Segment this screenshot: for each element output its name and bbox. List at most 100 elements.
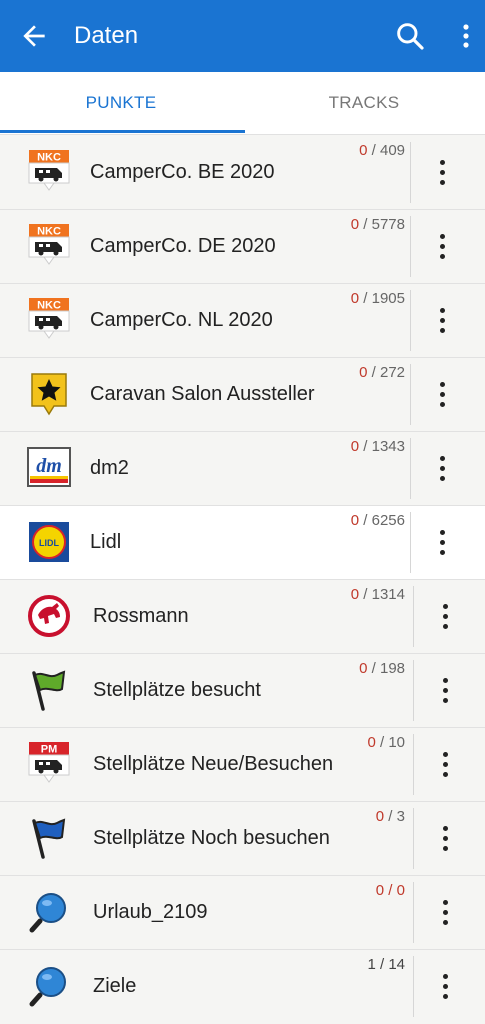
tab-bar: PUNKTE TRACKS — [0, 72, 485, 135]
total-count: / 5778 — [359, 216, 405, 233]
badge-text: dm — [36, 455, 62, 477]
tab-punkte[interactable]: PUNKTE — [0, 72, 242, 134]
list-item-label: Stellplätze Noch besuchen — [93, 827, 330, 849]
item-menu-button[interactable] — [432, 156, 452, 188]
total-count: / 14 — [375, 956, 405, 973]
list-item[interactable]: PM Stellplätze Neue/Besuchen 0 / 10 — [0, 728, 485, 802]
tab-indicator — [0, 130, 245, 133]
item-menu-button[interactable] — [435, 748, 455, 780]
star-icon — [31, 373, 67, 416]
divider — [410, 438, 411, 499]
list-item-label: CamperCo. NL 2020 — [90, 309, 273, 331]
selected-count: 0 — [350, 512, 360, 529]
list-item[interactable]: LIDL Lidl 0 / 6256 — [0, 506, 485, 580]
divider — [410, 290, 411, 351]
badge-text: LIDL — [39, 538, 59, 548]
list-item[interactable]: Rossmann 0 / 1314 — [0, 580, 485, 654]
point-count: 0 / 1905 — [351, 290, 405, 307]
divider — [410, 364, 411, 425]
back-arrow-icon[interactable] — [18, 20, 50, 52]
divider — [410, 142, 411, 203]
list-item-label: Urlaub_2109 — [93, 901, 208, 923]
app-bar: Daten — [0, 0, 485, 72]
list-item[interactable]: Ziele 1 / 14 — [0, 950, 485, 1023]
divider — [413, 734, 414, 795]
item-menu-button[interactable] — [432, 304, 452, 336]
page-title: Daten — [74, 22, 139, 49]
item-menu-button[interactable] — [432, 526, 452, 558]
more-vert-icon[interactable] — [454, 20, 478, 52]
item-menu-button[interactable] — [435, 970, 455, 1002]
selected-count: 0 — [350, 290, 360, 307]
selected-count: 0 — [350, 438, 360, 455]
total-count: / 3 — [384, 808, 405, 825]
divider — [413, 586, 414, 647]
badge-text: NKC — [37, 152, 61, 164]
item-menu-button[interactable] — [432, 378, 452, 410]
total-count: / 1343 — [359, 438, 405, 455]
point-count: 0 / 6256 — [351, 512, 405, 529]
nkc-camper-icon: NKC — [28, 298, 70, 339]
list-item[interactable]: Stellplätze besucht 0 / 198 — [0, 654, 485, 728]
divider — [413, 808, 414, 869]
nkc-camper-icon: NKC — [28, 150, 70, 191]
point-count: 0 / 198 — [359, 660, 405, 677]
list-item-label: Lidl — [90, 531, 122, 553]
divider — [410, 216, 411, 277]
point-count: 1 / 14 — [367, 956, 405, 973]
point-count: 0 / 10 — [367, 734, 405, 751]
list-item-label: CamperCo. BE 2020 — [90, 161, 275, 183]
list-item-label: Caravan Salon Aussteller — [90, 383, 315, 405]
list-item[interactable]: Caravan Salon Aussteller 0 / 272 — [0, 358, 485, 432]
point-count: 0 / 272 — [359, 364, 405, 381]
list-item[interactable]: NKC CamperCo. BE 2020 0 / 409 — [0, 136, 485, 210]
item-menu-button[interactable] — [435, 674, 455, 706]
item-menu-button[interactable] — [435, 600, 455, 632]
list-item[interactable]: dm dm2 0 / 1343 — [0, 432, 485, 506]
list-item-label: Stellplätze Neue/Besuchen — [93, 753, 334, 775]
item-menu-button[interactable] — [435, 896, 455, 928]
badge-text: NKC — [37, 226, 61, 238]
total-count: / 1314 — [359, 586, 405, 603]
item-menu-button[interactable] — [432, 452, 452, 484]
selected-count: 0 — [350, 216, 360, 233]
blue-flag-icon — [32, 818, 66, 859]
rossmann-logo-icon — [28, 595, 70, 637]
magnifier-pin-icon — [29, 967, 66, 1007]
item-menu-button[interactable] — [435, 822, 455, 854]
list-item[interactable]: NKC CamperCo. NL 2020 0 / 1905 — [0, 284, 485, 358]
list-item[interactable]: NKC CamperCo. DE 2020 0 / 5778 — [0, 210, 485, 284]
point-count: 0 / 409 — [359, 142, 405, 159]
selected-count: 0 — [375, 808, 385, 825]
search-icon[interactable] — [394, 20, 426, 52]
total-count: / 0 — [384, 882, 405, 899]
selected-count: 1 — [367, 956, 376, 973]
magnifier-pin-icon — [29, 893, 66, 933]
nkc-camper-icon: NKC — [28, 224, 70, 265]
selected-count: 0 — [375, 882, 385, 899]
divider — [413, 956, 414, 1017]
selected-count: 0 — [367, 734, 376, 751]
green-flag-icon — [32, 670, 66, 711]
divider — [410, 512, 411, 573]
divider — [413, 660, 414, 721]
total-count: / 272 — [367, 364, 405, 381]
point-count: 0 / 1343 — [351, 438, 405, 455]
list-item[interactable]: Urlaub_2109 0 / 0 — [0, 876, 485, 950]
list-item-label: dm2 — [90, 457, 129, 479]
list-item-label: Rossmann — [93, 605, 189, 627]
poi-list: NKC CamperCo. BE 2020 0 / 409 NKC Camper… — [0, 136, 485, 1023]
total-count: / 409 — [367, 142, 405, 159]
tab-tracks[interactable]: TRACKS — [243, 72, 485, 134]
selected-count: 0 — [350, 586, 360, 603]
total-count: / 1905 — [359, 290, 405, 307]
list-item[interactable]: Stellplätze Noch besuchen 0 / 3 — [0, 802, 485, 876]
total-count: / 198 — [367, 660, 405, 677]
list-item-label: Ziele — [93, 975, 137, 997]
lidl-logo-icon: LIDL — [29, 522, 69, 562]
list-item-label: CamperCo. DE 2020 — [90, 235, 276, 257]
badge-text: PM — [41, 744, 58, 756]
item-menu-button[interactable] — [432, 230, 452, 262]
point-count: 0 / 5778 — [351, 216, 405, 233]
list-item-label: Stellplätze besucht — [93, 679, 261, 701]
